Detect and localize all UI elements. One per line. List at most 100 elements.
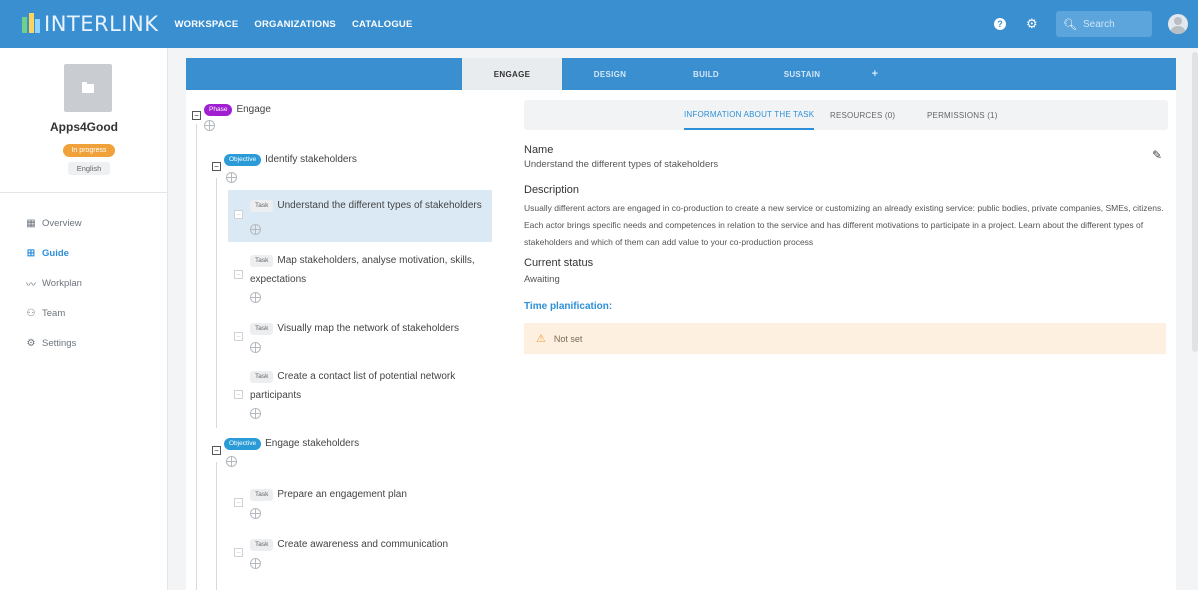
time-planification-label: Time planification: xyxy=(524,301,613,312)
search-input[interactable] xyxy=(1082,18,1143,30)
objective-node[interactable]: Objective Engage stakeholders xyxy=(224,436,359,450)
top-navbar: INTERLINK WORKSPACE ORGANIZATIONS CATALO… xyxy=(0,0,1198,48)
nav-catalogue[interactable]: CATALOGUE xyxy=(352,19,413,30)
tab-sustain[interactable]: SUSTAIN xyxy=(754,58,850,90)
sidebar-item-workplan[interactable]: 〰 Workplan xyxy=(26,268,82,298)
sidebar-nav: ▦ Overview ⊞ Guide 〰 Workplan ⚇ Team ⚙ S… xyxy=(26,208,82,358)
task-pill: Task xyxy=(250,371,274,383)
collapse-objective-toggle[interactable]: − xyxy=(212,162,221,171)
task-toggle[interactable]: − xyxy=(234,548,243,557)
phase-pill: Phase xyxy=(204,103,233,116)
sidebar-item-label: Workplan xyxy=(42,277,82,289)
main-panel: ENGAGE DESIGN BUILD SUSTAIN + − Phase Eng… xyxy=(186,58,1176,590)
collapse-phase-toggle[interactable]: − xyxy=(192,111,201,120)
warning-icon: ⚠ xyxy=(536,333,546,345)
sidebar-item-team[interactable]: ⚇ Team xyxy=(26,298,82,328)
task-detail-panel: INFORMATION ABOUT THE TASK RESOURCES (0)… xyxy=(524,100,1168,590)
status-badge: In progress xyxy=(63,144,115,157)
task-toggle[interactable]: − xyxy=(234,498,243,507)
name-label: Name xyxy=(524,144,554,156)
tab-engage[interactable]: ENGAGE xyxy=(462,58,562,90)
search-icon: 🔍︎ xyxy=(1063,18,1077,31)
sidebar-item-settings[interactable]: ⚙ Settings xyxy=(26,328,82,358)
tab-design[interactable]: DESIGN xyxy=(562,58,658,90)
task-item-selected[interactable]: − Task Understand the different types of … xyxy=(228,190,492,242)
objective-pill: Objective xyxy=(224,437,262,450)
time-planification-alert: ⚠ Not set xyxy=(524,323,1166,354)
description-value: Usually different actors are engaged in … xyxy=(524,203,1164,247)
sidebar-item-overview[interactable]: ▦ Overview xyxy=(26,208,82,238)
time-planification-value: Not set xyxy=(553,333,583,344)
app-logo[interactable]: INTERLINK xyxy=(22,0,158,48)
task-pill: Task xyxy=(250,255,274,267)
objective-title: Identify stakeholders xyxy=(265,154,357,166)
detail-tabs: INFORMATION ABOUT THE TASK RESOURCES (0)… xyxy=(524,100,1168,130)
globe-icon xyxy=(250,408,261,419)
globe-icon xyxy=(226,456,237,467)
objective-node[interactable]: Objective Identify stakeholders xyxy=(224,152,357,166)
task-title: Create a contact list of potential netwo… xyxy=(250,371,456,401)
folder-icon xyxy=(82,81,94,93)
nav-workspace[interactable]: WORKSPACE xyxy=(174,19,238,30)
logo-text: INTERLINK xyxy=(44,12,159,36)
task-pill: Task xyxy=(250,489,274,501)
status-label: Current status xyxy=(524,257,594,269)
search-box[interactable]: 🔍︎ xyxy=(1056,11,1152,37)
task-toggle[interactable]: − xyxy=(234,210,243,219)
globe-icon xyxy=(226,172,237,183)
tab-permissions[interactable]: PERMISSIONS (1) xyxy=(927,100,998,130)
task-pill: Task xyxy=(250,323,274,335)
chart-line-icon: 〰 xyxy=(26,279,36,291)
task-pill: Task xyxy=(250,200,274,212)
settings-gear-icon[interactable]: ⚙ xyxy=(1026,17,1038,30)
task-item[interactable]: − Task Prepare an engagement plan xyxy=(228,484,492,528)
nav-organizations[interactable]: ORGANIZATIONS xyxy=(254,19,336,30)
globe-icon xyxy=(250,508,261,519)
task-toggle[interactable]: − xyxy=(234,270,243,279)
phase-tabs: ENGAGE DESIGN BUILD SUSTAIN + xyxy=(186,58,1176,90)
help-icon[interactable]: ? xyxy=(994,18,1006,30)
task-title: Prepare an engagement plan xyxy=(277,489,407,500)
gear-icon: ⚙ xyxy=(26,337,36,349)
sidebar-item-label: Guide xyxy=(42,247,69,259)
globe-icon xyxy=(250,224,261,235)
tab-resources[interactable]: RESOURCES (0) xyxy=(830,100,895,130)
description-label: Description xyxy=(524,184,580,196)
grid-icon: ▦ xyxy=(26,217,36,229)
globe-icon xyxy=(250,342,261,353)
project-sidebar: Apps4Good In progress English ▦ Overview… xyxy=(0,48,168,590)
task-pill: Task xyxy=(250,539,274,551)
sidebar-item-label: Overview xyxy=(42,217,82,229)
team-icon: ⚇ xyxy=(26,307,36,319)
globe-icon xyxy=(204,120,215,131)
sidebar-divider xyxy=(0,192,168,193)
task-title: Understand the different types of stakeh… xyxy=(277,200,482,211)
globe-icon xyxy=(250,292,261,303)
user-avatar[interactable] xyxy=(1168,14,1188,34)
tab-information[interactable]: INFORMATION ABOUT THE TASK xyxy=(684,100,815,130)
task-title: Map stakeholders, analyse motivation, sk… xyxy=(250,255,475,285)
task-item[interactable]: − Task Create awareness and communication xyxy=(228,534,492,578)
edit-pencil-icon[interactable]: ✎ xyxy=(1152,148,1162,162)
project-name: Apps4Good xyxy=(50,120,118,134)
tab-build[interactable]: BUILD xyxy=(658,58,754,90)
objective-pill: Objective xyxy=(224,153,262,166)
language-badge: English xyxy=(68,162,110,175)
task-title: Visually map the network of stakeholders xyxy=(277,323,459,334)
objective-title: Engage stakeholders xyxy=(265,438,360,450)
task-item[interactable]: − Task Create a contact list of potential… xyxy=(228,366,492,430)
phase-node[interactable]: Phase Engage xyxy=(204,102,271,116)
sidebar-item-label: Team xyxy=(42,307,66,319)
globe-icon xyxy=(250,558,261,569)
tree-line xyxy=(216,178,217,428)
task-toggle[interactable]: − xyxy=(234,390,243,399)
task-item[interactable]: − Task Visually map the network of stakeh… xyxy=(228,318,492,362)
sidebar-item-guide[interactable]: ⊞ Guide xyxy=(26,238,82,268)
task-item[interactable]: − Task Map stakeholders, analyse motivati… xyxy=(228,250,492,314)
status-value: Awaiting xyxy=(524,274,560,285)
task-toggle[interactable]: − xyxy=(234,332,243,341)
page-scrollbar[interactable] xyxy=(1192,52,1198,352)
collapse-objective-toggle[interactable]: − xyxy=(212,446,221,455)
add-phase-button[interactable]: + xyxy=(850,58,900,90)
phase-title: Engage xyxy=(236,104,271,116)
